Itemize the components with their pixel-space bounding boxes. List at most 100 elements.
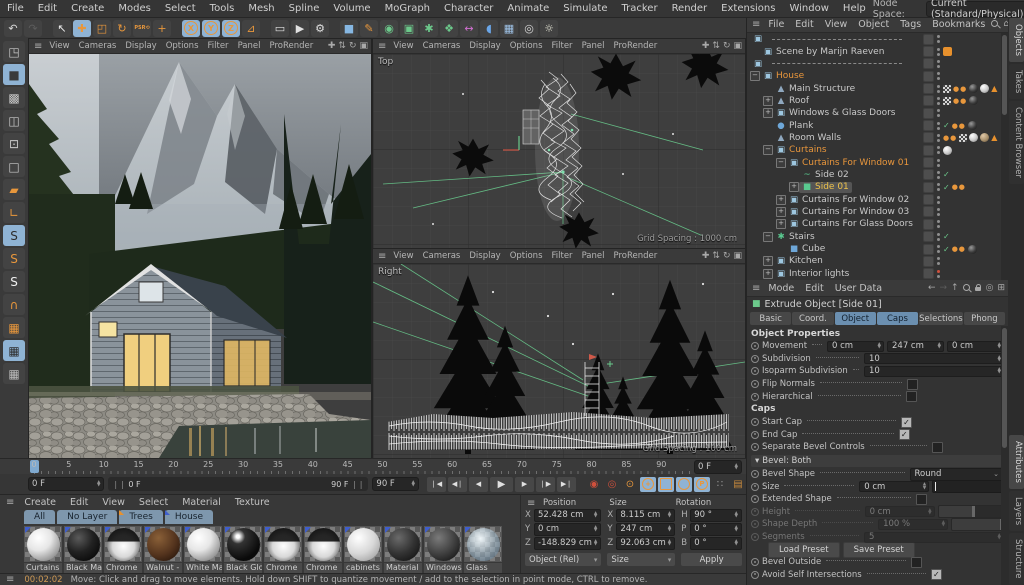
menu-animate[interactable]: Animate — [500, 3, 556, 14]
layer-chip[interactable] — [923, 145, 934, 156]
object-name[interactable]: ▲Roof — [773, 95, 812, 106]
object-manager-scrollbar[interactable] — [1001, 33, 1008, 280]
coord-input[interactable]: 8.115 cm▲▼ — [616, 509, 675, 522]
record-button[interactable]: ◉ — [586, 477, 602, 492]
layer-chip[interactable] — [923, 206, 934, 217]
spinner-arrows-icon[interactable]: ▲▼ — [942, 521, 945, 527]
animation-dot-icon[interactable] — [751, 380, 759, 388]
snap-3d-icon[interactable]: S — [3, 271, 25, 292]
om-menu-tags[interactable]: Tags — [895, 19, 926, 30]
visibility-dots[interactable] — [937, 60, 940, 68]
keyframe-selection-button[interactable]: ⊙ — [622, 477, 638, 492]
menu-tracker[interactable]: Tracker — [614, 3, 664, 14]
animation-dot-icon[interactable] — [751, 367, 759, 375]
coord-input[interactable]: 52.428 cm▲▼ — [534, 509, 601, 522]
hamburger-icon[interactable]: ≡ — [4, 497, 16, 508]
prev-frame-button[interactable]: ◀ — [469, 477, 488, 492]
object-row[interactable]: −▣Curtains — [747, 144, 1008, 156]
axis-mode-icon[interactable]: ∟ — [3, 202, 25, 223]
object-row[interactable]: ▲Main Structure●●▲ — [747, 82, 1008, 94]
object-name[interactable]: ■Side 01 — [799, 182, 852, 193]
layer-tab-trees[interactable]: Trees — [119, 510, 162, 524]
vp-menu-display[interactable]: Display — [121, 41, 160, 51]
animation-dot-icon[interactable] — [751, 508, 759, 516]
dropdown-bevel-shape[interactable]: Round⌄ — [910, 468, 1005, 481]
maximize-icon[interactable]: ▣ — [733, 41, 742, 51]
vp-menu-options[interactable]: Options — [162, 41, 203, 51]
material-item[interactable]: Chrome — [104, 526, 142, 573]
checkbox[interactable]: ✓ — [899, 429, 910, 440]
hamburger-icon[interactable]: ≡ — [750, 19, 762, 30]
key-rotation-button[interactable] — [676, 477, 692, 492]
material-item[interactable]: Walnut - 12 — [144, 526, 182, 573]
panel-tab-takes[interactable]: Takes — [1009, 64, 1024, 99]
uvw-tag-icon[interactable] — [943, 97, 951, 105]
object-row[interactable]: +■Side 01✓●● — [747, 181, 1008, 193]
vp-menu-cameras[interactable]: Cameras — [419, 251, 465, 261]
layer-chip[interactable] — [923, 182, 934, 193]
material-item[interactable]: cabinets — [344, 526, 382, 573]
attribute-scrollbar[interactable] — [1001, 326, 1008, 585]
vp-menu-prorender[interactable]: ProRender — [266, 41, 318, 51]
layer-chip[interactable] — [923, 268, 934, 279]
object-name[interactable]: ▣Curtains — [773, 145, 830, 156]
attr-menu-mode[interactable]: Mode — [763, 283, 799, 294]
material-preview[interactable] — [184, 526, 222, 562]
spinner-arrows-icon[interactable]: ▲▼ — [735, 540, 738, 546]
menu-render[interactable]: Render — [665, 3, 715, 14]
object-name[interactable]: ▲Room Walls — [773, 132, 844, 143]
object-row[interactable]: +▲Roof●● — [747, 95, 1008, 107]
om-menu-edit[interactable]: Edit — [790, 19, 818, 30]
instance-icon[interactable]: ▣ — [400, 20, 418, 37]
scale-tool-icon[interactable]: ◰ — [93, 20, 111, 37]
object-name[interactable]: ▣Curtains For Glass Doors — [786, 219, 916, 230]
back-arrow-icon[interactable]: ← — [928, 283, 936, 293]
visibility-dots[interactable] — [937, 35, 940, 43]
value-spinner[interactable]: 0 cm▲▼ — [865, 506, 935, 517]
expand-toggle[interactable]: + — [763, 108, 773, 118]
expand-toggle[interactable]: + — [763, 96, 773, 106]
value-slider[interactable] — [951, 518, 1004, 531]
range-end-spinner[interactable]: 90 F ▲▼ — [372, 477, 419, 491]
material-item[interactable]: Material — [384, 526, 422, 573]
vp-menu-options[interactable]: Options — [506, 251, 547, 261]
expand-toggle[interactable]: − — [776, 158, 786, 168]
expand-toggle[interactable]: − — [763, 145, 773, 155]
material-preview[interactable] — [264, 526, 302, 562]
dolly-icon[interactable]: ⇅ — [712, 41, 720, 51]
vp-menu-display[interactable]: Display — [465, 41, 504, 51]
rotate-tool-icon[interactable]: ↻ — [113, 20, 131, 37]
layer-chip[interactable] — [923, 95, 934, 106]
live-selection-icon[interactable]: ↖ — [53, 20, 71, 37]
render-to-picture-viewer-icon[interactable]: ▶ — [291, 20, 309, 37]
prev-key-button[interactable]: ◀❘ — [448, 477, 467, 492]
dolly-icon[interactable]: ⇅ — [338, 41, 346, 51]
menu-simulate[interactable]: Simulate — [556, 3, 614, 14]
visibility-dots[interactable] — [937, 72, 940, 80]
goto-end-button[interactable]: ▶❘ — [557, 477, 576, 492]
layer-chip[interactable] — [923, 194, 934, 205]
light-icon[interactable]: ☼ — [540, 20, 558, 37]
menu-select[interactable]: Select — [158, 3, 203, 14]
spinner-arrows-icon[interactable]: ▲▼ — [412, 481, 415, 487]
coord-input[interactable]: 92.063 cm▲▼ — [616, 537, 675, 550]
layer-chip[interactable] — [923, 120, 934, 131]
object-row[interactable]: +▣Curtains For Glass Doors — [747, 218, 1008, 230]
texture-mode-icon[interactable]: ▩ — [3, 87, 25, 108]
layer-chip[interactable] — [923, 132, 934, 143]
panel-tab-attributes[interactable]: Attributes — [1009, 435, 1024, 489]
viewport-top[interactable]: ≡ViewCamerasDisplayOptionsFilterPanelPro… — [372, 38, 746, 248]
tab-phong[interactable]: Phong — [964, 312, 1005, 325]
z-axis-lock-icon[interactable]: Z — [222, 20, 240, 37]
visibility-dots[interactable] — [937, 233, 940, 241]
material-tag-icon[interactable] — [968, 245, 977, 254]
vp-menu-panel[interactable]: Panel — [234, 41, 265, 51]
next-frame-button[interactable]: ▶ — [515, 477, 534, 492]
value-spinner[interactable]: 0 cm▲▼ — [859, 481, 929, 492]
pan-icon[interactable]: ✚ — [328, 41, 336, 51]
material-preview[interactable] — [104, 526, 142, 562]
object-row[interactable]: ●Plank✓●● — [747, 119, 1008, 131]
layer-chip[interactable] — [923, 244, 934, 255]
value-slider[interactable] — [938, 505, 1004, 518]
subdivision-surface-icon[interactable]: ◉ — [380, 20, 398, 37]
